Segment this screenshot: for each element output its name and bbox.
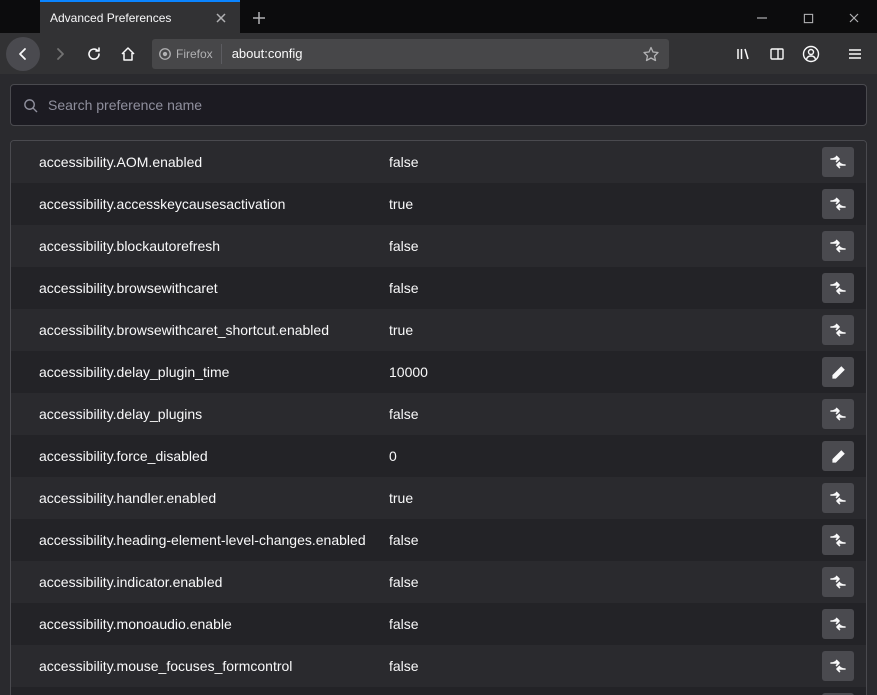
toggle-icon bbox=[829, 407, 847, 421]
toggle-button[interactable] bbox=[822, 231, 854, 261]
menu-button[interactable] bbox=[839, 38, 871, 70]
titlebar: Advanced Preferences bbox=[0, 0, 877, 33]
account-button[interactable] bbox=[795, 38, 827, 70]
pref-name: accessibility.force_disabled bbox=[39, 447, 379, 466]
toolbar-right bbox=[727, 38, 871, 70]
maximize-button[interactable] bbox=[785, 3, 831, 33]
pref-name: accessibility.monoaudio.enable bbox=[39, 615, 379, 634]
pref-value: true bbox=[389, 321, 812, 340]
toggle-button[interactable] bbox=[822, 567, 854, 597]
window-close-button[interactable] bbox=[831, 3, 877, 33]
nav-toolbar: Firefox bbox=[0, 33, 877, 74]
toggle-icon bbox=[829, 659, 847, 673]
toggle-icon bbox=[829, 239, 847, 253]
toggle-icon bbox=[829, 533, 847, 547]
identity-box[interactable]: Firefox bbox=[158, 44, 222, 64]
pref-name: accessibility.mouse_focuses_formcontrol bbox=[39, 657, 379, 676]
pref-name: accessibility.browsewithcaret_shortcut.e… bbox=[39, 321, 379, 340]
new-tab-button[interactable] bbox=[244, 3, 274, 33]
forward-button[interactable] bbox=[44, 38, 76, 70]
identity-label: Firefox bbox=[176, 47, 213, 61]
search-input[interactable] bbox=[48, 97, 854, 113]
pref-row[interactable]: accessibility.force_disabled 0 bbox=[11, 435, 866, 477]
pref-name: accessibility.delay_plugins bbox=[39, 405, 379, 424]
pref-row[interactable]: accessibility.AOM.enabled false bbox=[11, 141, 866, 183]
pref-name: accessibility.heading-element-level-chan… bbox=[39, 531, 379, 550]
tab-active[interactable]: Advanced Preferences bbox=[40, 0, 240, 33]
pref-name: accessibility.accesskeycausesactivation bbox=[39, 195, 379, 214]
pref-value: 0 bbox=[389, 447, 812, 466]
close-icon[interactable] bbox=[212, 9, 230, 27]
pencil-icon bbox=[831, 365, 846, 380]
firefox-icon bbox=[158, 47, 172, 61]
pref-row[interactable]: accessibility.support.urlhttps://support… bbox=[11, 687, 866, 695]
pref-row[interactable]: accessibility.indicator.enabled false bbox=[11, 561, 866, 603]
pref-table: accessibility.AOM.enabledfalseaccessibil… bbox=[10, 140, 867, 695]
toggle-icon bbox=[829, 197, 847, 211]
pref-name: accessibility.indicator.enabled bbox=[39, 573, 379, 592]
bookmark-star-icon[interactable] bbox=[639, 42, 663, 66]
minimize-button[interactable] bbox=[739, 3, 785, 33]
pref-value: false bbox=[389, 657, 812, 676]
pref-name: accessibility.blockautorefresh bbox=[39, 237, 379, 256]
sidebar-button[interactable] bbox=[761, 38, 793, 70]
toggle-icon bbox=[829, 155, 847, 169]
pref-value: false bbox=[389, 405, 812, 424]
toggle-button[interactable] bbox=[822, 651, 854, 681]
toggle-button[interactable] bbox=[822, 315, 854, 345]
window-controls bbox=[739, 3, 877, 33]
tab-title: Advanced Preferences bbox=[50, 11, 212, 25]
toggle-icon bbox=[829, 491, 847, 505]
pref-row[interactable]: accessibility.heading-element-level-chan… bbox=[11, 519, 866, 561]
pref-row[interactable]: accessibility.delay_plugins false bbox=[11, 393, 866, 435]
pref-name: accessibility.browsewithcaret bbox=[39, 279, 379, 298]
search-row bbox=[10, 84, 867, 126]
toggle-icon bbox=[829, 617, 847, 631]
pref-value: false bbox=[389, 531, 812, 550]
toggle-button[interactable] bbox=[822, 147, 854, 177]
url-input[interactable] bbox=[226, 46, 635, 61]
pref-name: accessibility.handler.enabled bbox=[39, 489, 379, 508]
home-button[interactable] bbox=[112, 38, 144, 70]
toggle-icon bbox=[829, 575, 847, 589]
toggle-icon bbox=[829, 323, 847, 337]
reload-button[interactable] bbox=[78, 38, 110, 70]
pref-name: accessibility.AOM.enabled bbox=[39, 153, 379, 172]
pref-value: false bbox=[389, 237, 812, 256]
pencil-icon bbox=[831, 449, 846, 464]
pref-value: false bbox=[389, 573, 812, 592]
back-button[interactable] bbox=[6, 37, 40, 71]
tab-strip: Advanced Preferences bbox=[0, 0, 274, 33]
pref-name: accessibility.delay_plugin_time bbox=[39, 363, 379, 382]
content-area[interactable]: accessibility.AOM.enabledfalseaccessibil… bbox=[0, 74, 877, 695]
pref-row[interactable]: accessibility.delay_plugin_time 10000 bbox=[11, 351, 866, 393]
pref-value: true bbox=[389, 489, 812, 508]
toggle-button[interactable] bbox=[822, 483, 854, 513]
pref-row[interactable]: accessibility.handler.enabled true bbox=[11, 477, 866, 519]
pref-row[interactable]: accessibility.blockautorefresh false bbox=[11, 225, 866, 267]
pref-row[interactable]: accessibility.monoaudio.enable false bbox=[11, 603, 866, 645]
pref-value: 10000 bbox=[389, 363, 812, 382]
toggle-icon bbox=[829, 281, 847, 295]
toggle-button[interactable] bbox=[822, 273, 854, 303]
url-bar[interactable]: Firefox bbox=[152, 39, 669, 69]
edit-button[interactable] bbox=[822, 441, 854, 471]
edit-button[interactable] bbox=[822, 357, 854, 387]
pref-row[interactable]: accessibility.mouse_focuses_formcontrol f… bbox=[11, 645, 866, 687]
pref-row[interactable]: accessibility.browsewithcaret false bbox=[11, 267, 866, 309]
toggle-button[interactable] bbox=[822, 525, 854, 555]
pref-value: true bbox=[389, 195, 812, 214]
pref-value: false bbox=[389, 279, 812, 298]
toggle-button[interactable] bbox=[822, 609, 854, 639]
library-button[interactable] bbox=[727, 38, 759, 70]
toggle-button[interactable] bbox=[822, 399, 854, 429]
pref-row[interactable]: accessibility.accesskeycausesactivation t… bbox=[11, 183, 866, 225]
pref-row[interactable]: accessibility.browsewithcaret_shortcut.e… bbox=[11, 309, 866, 351]
pref-value: false bbox=[389, 153, 812, 172]
search-icon bbox=[23, 98, 38, 113]
pref-value: false bbox=[389, 615, 812, 634]
toggle-button[interactable] bbox=[822, 189, 854, 219]
